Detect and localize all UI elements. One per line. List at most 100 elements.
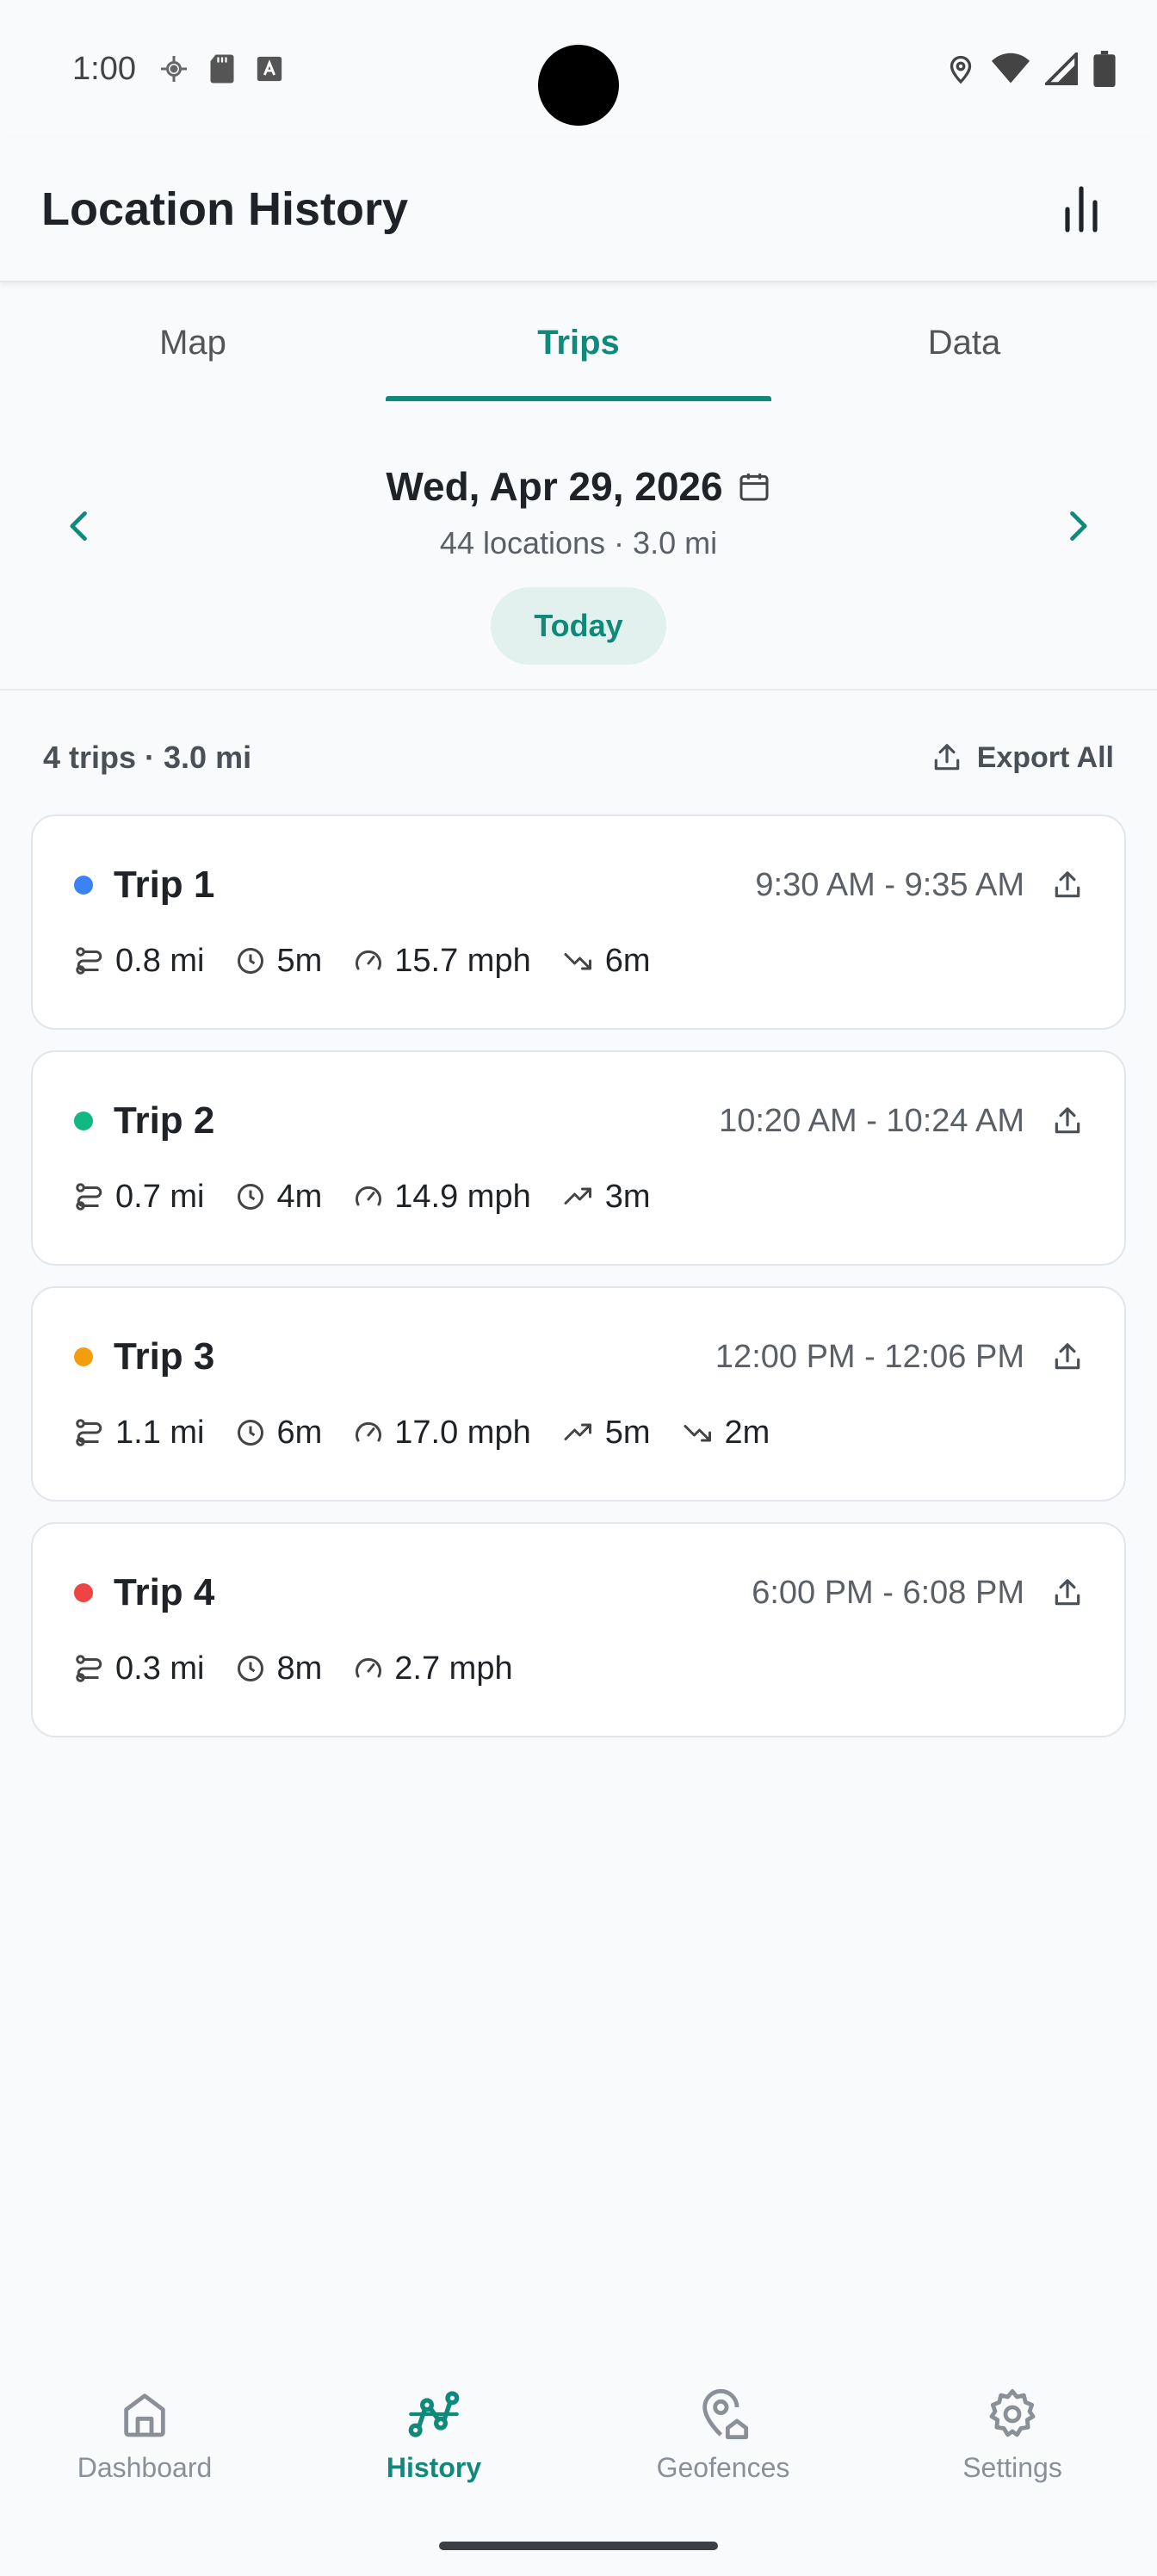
trip-duration-value: 8m [276,1650,323,1687]
share-icon [1055,1107,1080,1134]
date-selector[interactable]: Wed, Apr 29, 2026 [0,463,1157,510]
trip-color-dot [74,1583,93,1602]
nav-settings-label: Settings [962,2452,1062,2483]
share-icon [1055,1343,1080,1370]
speedometer-icon [356,1657,382,1678]
trip-duration: 5m [235,943,322,980]
speedometer-icon [356,1421,382,1442]
nav-dashboard-label: Dashboard [77,2452,213,2483]
trip-duration-value: 5m [276,942,323,979]
clock-icon [238,1184,264,1210]
share-icon [1055,1579,1080,1606]
selected-date: Wed, Apr 29, 2026 [386,464,723,509]
trip-color-dot [74,1347,93,1366]
bar-chart-icon [1061,185,1102,233]
trip-card[interactable]: Trip 3 12:00 PM - 12:06 PM 1.1 mi 6m 17.… [31,1286,1126,1502]
route-icon [76,1655,102,1682]
trip-ascent-value: 5m [604,1414,651,1451]
trip-stats: 0.3 mi 8m 2.7 mph [74,1643,513,1694]
trip-header: Trip 2 10:20 AM - 10:24 AM [74,1095,1088,1147]
trip-header: Trip 3 12:00 PM - 12:06 PM [74,1331,1088,1383]
app-bar: Location History [0,138,1157,282]
trending-up-icon [564,1423,591,1440]
trip-share-button[interactable] [1047,1336,1088,1378]
trip-header: Trip 4 6:00 PM - 6:08 PM [74,1567,1088,1619]
cell-signal-icon [1045,53,1078,85]
camera-cutout [538,45,619,126]
home-icon [117,2387,172,2442]
gear-icon [985,2387,1040,2442]
trip-distance: 0.3 mi [74,1650,204,1687]
trip-distance-value: 0.7 mi [115,1178,205,1215]
trip-descent: 6m [562,943,651,980]
geofence-pin-icon [696,2387,751,2442]
trip-list: Trip 1 9:30 AM - 9:35 AM 0.8 mi 5m 15.7 … [31,814,1126,1758]
nav-geofences-label: Geofences [656,2452,790,2483]
today-button[interactable]: Today [491,587,666,665]
nav-dashboard[interactable]: Dashboard [0,2342,289,2514]
route-icon [76,1183,102,1211]
date-summary: 44 locations · 3.0 mi [439,525,718,560]
export-all-button[interactable]: Export All [931,741,1114,775]
trip-speed-value: 14.9 mph [394,1178,531,1215]
nav-geofences[interactable]: Geofences [578,2342,868,2514]
trip-share-button[interactable] [1047,864,1088,906]
trip-duration-value: 4m [276,1178,323,1215]
nav-history-label: History [386,2452,482,2483]
tab-data[interactable]: Data [771,284,1157,401]
trip-duration: 6m [235,1415,322,1452]
route-icon [406,2387,461,2442]
trip-share-button[interactable] [1047,1100,1088,1142]
trip-time-range: 10:20 AM - 10:24 AM [719,1102,1024,1139]
trip-ascent: 5m [562,1415,651,1452]
statistics-button[interactable] [1047,175,1116,244]
trip-speed: 15.7 mph [353,943,531,980]
nav-history[interactable]: History [289,2342,578,2514]
route-icon [76,947,102,975]
trip-speed: 2.7 mph [353,1650,513,1687]
wifi-icon [992,52,1030,86]
font-a-icon [255,54,284,84]
trip-speed-value: 17.0 mph [394,1414,531,1451]
trip-card[interactable]: Trip 1 9:30 AM - 9:35 AM 0.8 mi 5m 15.7 … [31,814,1126,1030]
trip-speed: 14.9 mph [353,1178,531,1216]
clock-icon [238,1420,264,1446]
route-icon [76,1419,102,1446]
trip-speed-value: 2.7 mph [394,1650,513,1687]
trip-distance-value: 1.1 mi [115,1414,205,1451]
share-icon [1055,871,1080,898]
trending-up-icon [564,1187,591,1204]
status-left: 1:00 [72,51,284,88]
trip-stats: 0.8 mi 5m 15.7 mph 6m [74,935,651,987]
trip-card[interactable]: Trip 2 10:20 AM - 10:24 AM 0.7 mi 4m 14.… [31,1050,1126,1266]
trip-name: Trip 2 [114,1099,215,1142]
nav-settings[interactable]: Settings [868,2342,1157,2514]
trip-ascent-value: 3m [604,1178,651,1215]
trip-share-button[interactable] [1047,1572,1088,1613]
sd-card-icon [208,53,236,84]
trip-distance: 0.7 mi [74,1179,204,1216]
trip-distance-value: 0.3 mi [115,1650,205,1687]
trip-time-range: 6:00 PM - 6:08 PM [752,1574,1024,1611]
battery-icon [1093,51,1116,87]
home-indicator[interactable] [439,2542,718,2550]
trip-speed: 17.0 mph [353,1414,531,1452]
trip-card[interactable]: Trip 4 6:00 PM - 6:08 PM 0.3 mi 8m 2.7 m… [31,1522,1126,1737]
calendar-icon [737,469,771,504]
trip-distance: 1.1 mi [74,1415,204,1452]
trip-distance: 0.8 mi [74,943,204,980]
tab-bar: Map Trips Data [0,284,1157,401]
trip-time-range: 9:30 AM - 9:35 AM [755,866,1024,903]
trip-duration: 8m [235,1650,322,1687]
trip-descent-value: 2m [724,1414,770,1451]
trip-descent: 2m [682,1415,770,1452]
tab-trips[interactable]: Trips [386,284,771,401]
status-time: 1:00 [72,50,136,87]
next-day-button[interactable] [1038,487,1116,565]
trip-name: Trip 1 [114,864,215,906]
speedometer-icon [356,1186,382,1206]
tab-map[interactable]: Map [0,284,386,401]
share-icon [931,741,963,774]
trending-down-icon [564,953,591,970]
location-target-icon [158,53,189,84]
